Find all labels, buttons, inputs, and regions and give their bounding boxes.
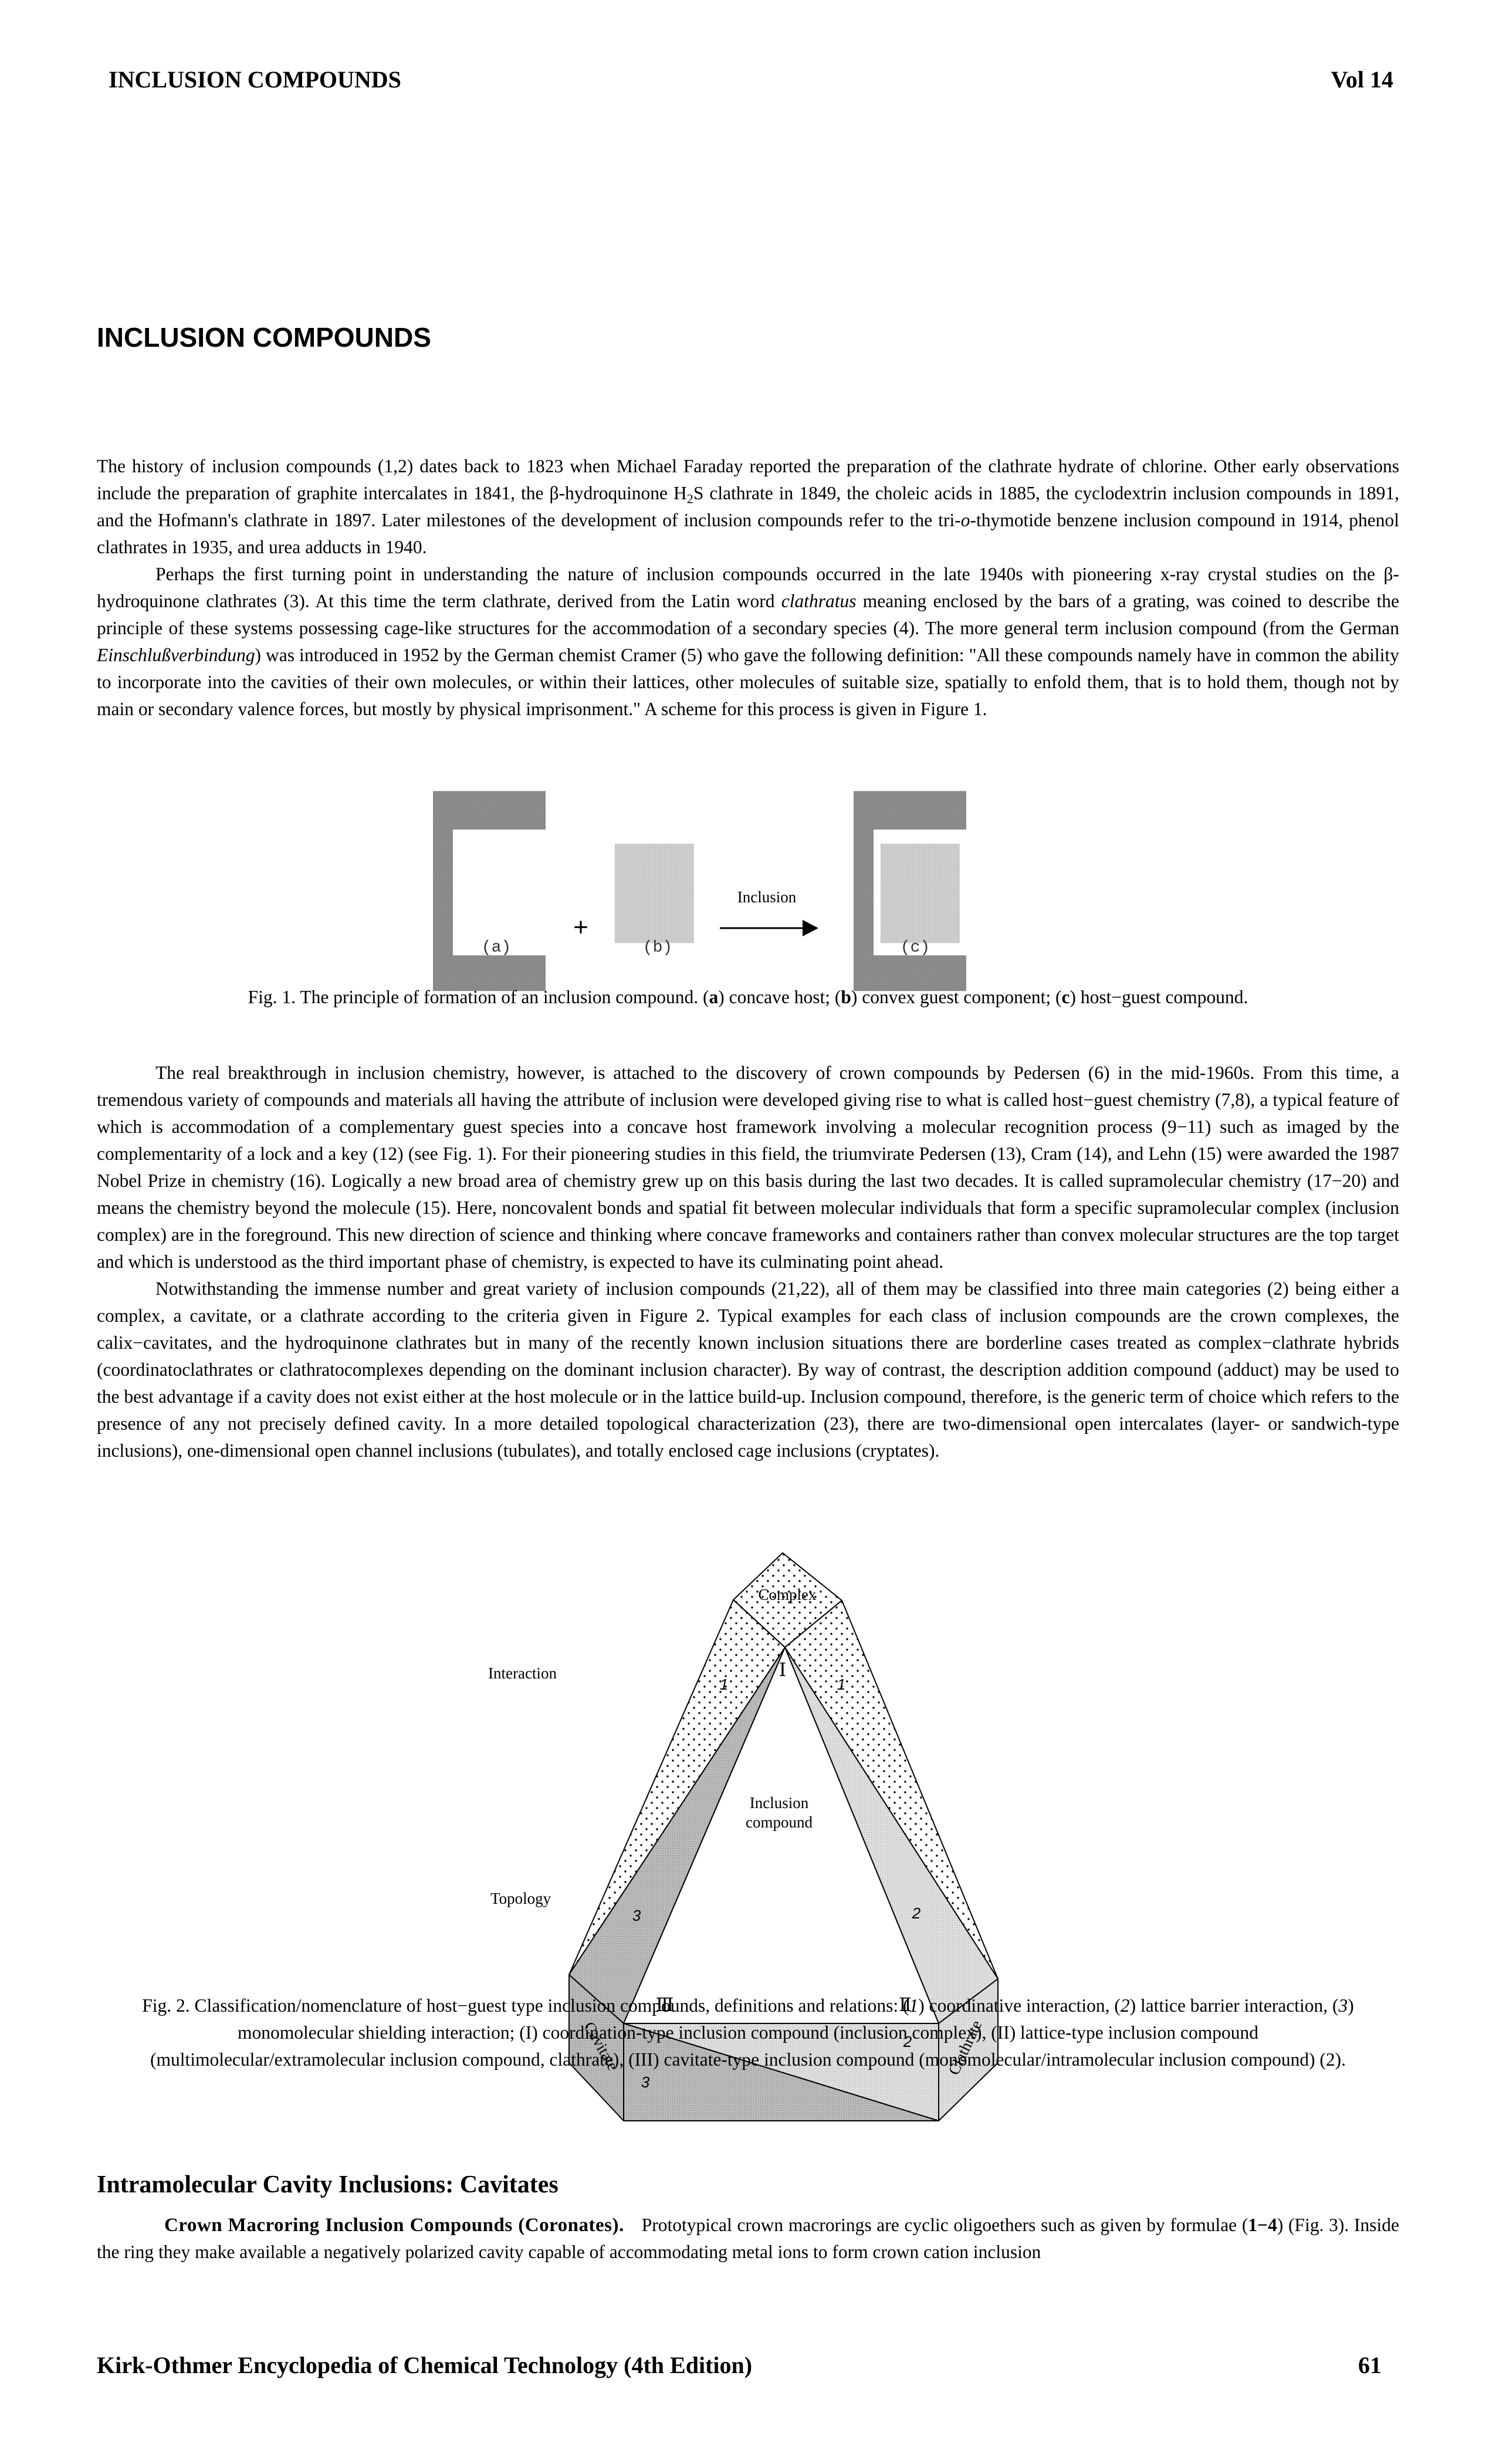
text-run: ) host−guest compound. — [1069, 987, 1248, 1007]
inclusion-compound-center — [623, 1647, 939, 2024]
left-interaction-band — [568, 1599, 786, 1975]
band-number-right-2: 2 — [912, 1904, 921, 1922]
text-run: 1 — [909, 1995, 919, 2016]
roman-I-label: Ⅰ — [779, 1659, 787, 1681]
subsection-run-in-heading: Crown Macroring Inclusion Compounds (Cor… — [164, 2215, 624, 2236]
panel-label-a: (a) — [482, 939, 511, 957]
figure-1-graphic: + Inclusion (a) (b) (c) — [433, 791, 966, 991]
text-run: c — [1061, 987, 1070, 1007]
center-label-line2: compound — [746, 1813, 813, 1831]
text-run: 2 — [1120, 1995, 1130, 2016]
text-run: 2 — [686, 491, 693, 506]
text-run: ) convex guest component; ( — [851, 987, 1062, 1007]
right-lattice-band — [784, 1647, 999, 2024]
concave-host-shape — [433, 791, 546, 991]
text-run: b — [841, 987, 851, 1007]
inclusion-arrow-label: Inclusion — [737, 888, 797, 906]
inclusion-arrow-head — [803, 920, 818, 936]
text-run: Fig. 2. Classification/nomenclature of h… — [142, 1995, 909, 2016]
text-run: ) concave host; ( — [718, 987, 841, 1007]
main-text: The real breakthrough in inclusion chemi… — [97, 1060, 1399, 1464]
text-run: ) lattice barrier interaction, ( — [1129, 1995, 1339, 2016]
center-label-line1: Inclusion — [750, 1794, 809, 1812]
paragraph: Notwithstanding the immense number and g… — [97, 1275, 1399, 1464]
band-number-left-3: 3 — [632, 1907, 641, 1924]
footer-publication: Kirk-Othmer Encyclopedia of Chemical Tec… — [97, 2352, 753, 2378]
subsection-paragraph: Crown Macroring Inclusion Compounds (Cor… — [97, 2212, 1399, 2266]
paragraph: Perhaps the first turning point in under… — [97, 561, 1399, 723]
interaction-axis-label: Interaction — [488, 1664, 557, 1682]
band-number-left-1: 1 — [720, 1676, 728, 1693]
left-shielding-band — [568, 1647, 786, 2024]
figure-1-caption: Fig. 1. The principle of formation of an… — [97, 984, 1399, 1011]
text-run: Fig. 1. The principle of formation of an… — [248, 987, 709, 1007]
panel-label-c: (c) — [901, 939, 930, 957]
convex-guest-shape — [615, 844, 694, 943]
topology-axis-label: Topology — [490, 1890, 551, 1907]
text-run: clathratus — [781, 591, 857, 611]
text-run: 1−4 — [1248, 2215, 1277, 2235]
text-run: Notwithstanding the immense number and g… — [97, 1278, 1399, 1461]
band-number-base-3: 3 — [641, 2073, 650, 2091]
text-run: Einschlußverbindung — [97, 645, 255, 665]
article-title: INCLUSION COMPOUNDS — [97, 322, 431, 353]
paragraph: The history of inclusion compounds (1,2)… — [97, 453, 1399, 561]
text-run: Prototypical crown macrorings are cyclic… — [641, 2215, 1248, 2235]
text-run: 3 — [1338, 1995, 1348, 2016]
running-head-title: INCLUSION COMPOUNDS — [109, 66, 401, 93]
plus-sign: + — [573, 913, 588, 942]
footer-page-number: 61 — [1358, 2352, 1382, 2378]
band-number-right-1: 1 — [837, 1676, 845, 1693]
panel-label-b: (b) — [643, 939, 672, 957]
text-run: ) coordinative interaction, ( — [918, 1995, 1121, 2016]
text-run: ) was introduced in 1952 by the German c… — [97, 645, 1399, 719]
guest-in-compound-shape — [881, 844, 960, 943]
figure-2-caption: Fig. 2. Classification/nomenclature of h… — [126, 1992, 1370, 2073]
running-head-volume: Vol 14 — [1331, 66, 1393, 93]
right-interaction-band — [784, 1600, 999, 1979]
complex-vertex-face — [733, 1552, 842, 1648]
text-run: o — [960, 510, 970, 530]
section-heading: Intramolecular Cavity Inclusions: Cavita… — [97, 2171, 559, 2198]
text-run: The real breakthrough in inclusion chemi… — [97, 1062, 1399, 1272]
text-run: a — [709, 987, 719, 1007]
figure-1: + Inclusion (a) (b) (c) — [411, 769, 1085, 991]
complex-label: Complex — [759, 1586, 817, 1603]
paragraph: The real breakthrough in inclusion chemi… — [97, 1060, 1399, 1275]
intro-text: The history of inclusion compounds (1,2)… — [97, 453, 1399, 723]
